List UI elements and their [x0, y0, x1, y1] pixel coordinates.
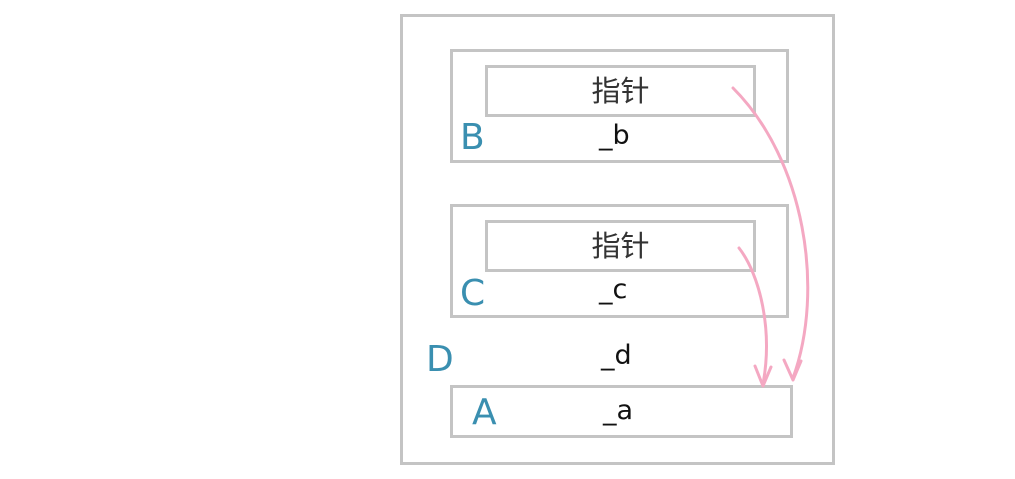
diagram-canvas: 指针 B _b 指针 C _c D _d A _a — [0, 0, 1015, 479]
pointer-arrows — [731, 86, 810, 388]
arrow-b-to-a — [731, 86, 810, 380]
arrow-c-to-a — [737, 246, 768, 386]
